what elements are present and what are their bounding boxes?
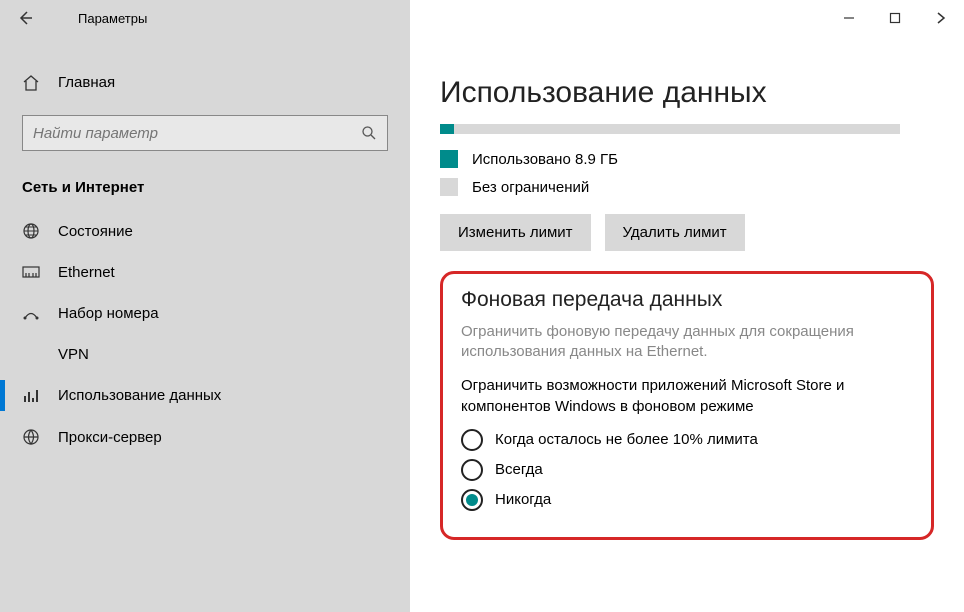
legend-used: Использовано 8.9 ГБ (440, 150, 934, 168)
radio-label: Когда осталось не более 10% лимита (495, 431, 758, 448)
used-label: Использовано 8.9 ГБ (472, 151, 618, 168)
minimize-button[interactable] (826, 0, 872, 36)
radio-option-limit[interactable]: Когда осталось не более 10% лимита (461, 429, 913, 451)
legend-swatch-teal (440, 150, 458, 168)
data-usage-icon (22, 388, 40, 404)
usage-bar-fill (440, 124, 454, 134)
window-title: Параметры (78, 11, 147, 26)
minimize-icon (843, 12, 855, 24)
legend-unlimited: Без ограничений (440, 178, 934, 196)
proxy-icon (22, 428, 40, 446)
bg-heading: Фоновая передача данных (461, 288, 913, 312)
nav-label: VPN (58, 346, 89, 363)
radio-option-never[interactable]: Никогда (461, 489, 913, 511)
nav-vpn[interactable]: VPN (0, 334, 410, 375)
section-title: Сеть и Интернет (0, 171, 410, 210)
page-title: Использование данных (440, 76, 934, 110)
radio-option-always[interactable]: Всегда (461, 459, 913, 481)
background-data-section: Фоновая передача данных Ограничить фонов… (440, 271, 934, 540)
nav-proxy[interactable]: Прокси-сервер (0, 416, 410, 458)
radio-label: Никогда (495, 491, 551, 508)
close-button[interactable] (918, 0, 964, 36)
nav-data-usage[interactable]: Использование данных (0, 375, 410, 416)
maximize-button[interactable] (872, 0, 918, 36)
back-button[interactable] (0, 0, 50, 36)
home-nav[interactable]: Главная (0, 64, 410, 101)
arrow-left-icon (16, 9, 34, 27)
delete-limit-button[interactable]: Удалить лимит (605, 214, 745, 251)
nav-label: Использование данных (58, 387, 221, 404)
nav-ethernet[interactable]: Ethernet (0, 252, 410, 293)
nav-label: Ethernet (58, 264, 115, 281)
radio-icon-selected (461, 489, 483, 511)
home-icon (22, 75, 40, 91)
radio-label: Всегда (495, 461, 543, 478)
titlebar: Параметры (0, 0, 964, 36)
maximize-icon (889, 12, 901, 24)
legend-swatch-gray (440, 178, 458, 196)
sidebar: Главная Сеть и Интернет Состояние Ethern (0, 36, 410, 612)
home-label: Главная (58, 74, 115, 91)
radio-icon (461, 429, 483, 451)
unlimited-label: Без ограничений (472, 179, 589, 196)
ethernet-icon (22, 265, 40, 281)
usage-bar (440, 124, 900, 134)
search-icon (361, 125, 377, 141)
chevron-right-icon (934, 11, 948, 25)
nav-status[interactable]: Состояние (0, 210, 410, 252)
radio-icon (461, 459, 483, 481)
nav-label: Прокси-сервер (58, 429, 162, 446)
search-box[interactable] (22, 115, 388, 151)
search-input[interactable] (33, 125, 361, 142)
dialup-icon (22, 306, 40, 322)
nav-label: Состояние (58, 223, 133, 240)
edit-limit-button[interactable]: Изменить лимит (440, 214, 591, 251)
bg-text: Ограничить возможности приложений Micros… (461, 375, 913, 417)
main-content: Использование данных Использовано 8.9 ГБ… (410, 36, 964, 612)
nav-label: Набор номера (58, 305, 159, 322)
bg-description: Ограничить фоновую передачу данных для с… (461, 322, 913, 363)
globe-icon (22, 222, 40, 240)
vpn-icon (22, 347, 40, 363)
nav-dialup[interactable]: Набор номера (0, 293, 410, 334)
